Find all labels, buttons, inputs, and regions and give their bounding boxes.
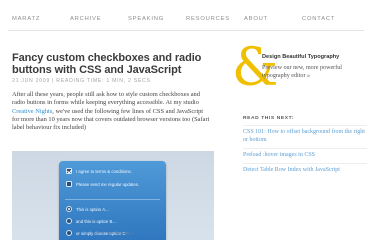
top-navigation: MARATZ ARCHIVE SPEAKING RESOURCES ABOUT … bbox=[0, 0, 372, 36]
creative-nights-link[interactable]: Creative Nights bbox=[12, 108, 52, 115]
checkbox-checked-icon[interactable] bbox=[66, 168, 72, 174]
demo-form-panel: I agree to terms & conditions. Please se… bbox=[59, 161, 166, 240]
radio-unselected-icon[interactable] bbox=[66, 218, 72, 224]
checkbox-label: Please send me regular updates. bbox=[76, 181, 140, 187]
radio-label: This is option A... bbox=[76, 206, 109, 212]
read-next-link[interactable]: Detect Table Row Index with JavaScript bbox=[243, 163, 367, 175]
read-next-link[interactable]: Preload :hover images in CSS bbox=[243, 148, 367, 160]
nav-item-speaking[interactable]: SPEAKING bbox=[128, 16, 164, 22]
intro-text-before-link: After all these years, people still ask … bbox=[12, 91, 200, 107]
read-next-link[interactable]: CSS 101: How to offset background from t… bbox=[243, 125, 367, 144]
checkbox-unchecked-icon[interactable] bbox=[66, 181, 72, 187]
demo-figure: I agree to terms & conditions. Please se… bbox=[12, 151, 214, 240]
promo-text[interactable]: Preview our new, more powerful typograph… bbox=[262, 64, 362, 80]
article-meta: 21 JUN 2009 | READING TIME: 1 MIN, 2 SEC… bbox=[12, 78, 151, 84]
nav-divider bbox=[8, 30, 364, 31]
full-window-link[interactable]: — Full new window — bbox=[12, 231, 214, 235]
form-divider bbox=[65, 199, 160, 200]
checkbox-row-updates[interactable]: Please send me regular updates. bbox=[66, 179, 139, 189]
radio-selected-icon[interactable] bbox=[66, 206, 72, 212]
nav-item-about[interactable]: ABOUT bbox=[244, 16, 268, 22]
nav-item-resources[interactable]: RESOURCES bbox=[186, 16, 230, 22]
nav-item-contact[interactable]: CONTACT bbox=[302, 16, 335, 22]
nav-item-archive[interactable]: ARCHIVE bbox=[70, 16, 101, 22]
radio-row-a[interactable]: This is option A... bbox=[66, 204, 109, 214]
promo-title[interactable]: Design Beautiful Typography bbox=[262, 54, 339, 60]
nav-item-home[interactable]: MARATZ bbox=[12, 16, 40, 22]
article-title: Fancy custom checkboxes and radio button… bbox=[12, 52, 202, 76]
article-intro: After all these years, people still ask … bbox=[12, 91, 212, 132]
typography-promo[interactable]: & Design Beautiful Typography Preview ou… bbox=[232, 40, 362, 98]
read-next-heading: READ THIS NEXT: bbox=[243, 116, 294, 121]
checkbox-label: I agree to terms & conditions. bbox=[76, 168, 132, 174]
radio-row-b[interactable]: and this is option B... bbox=[66, 216, 116, 226]
radio-label: and this is option B... bbox=[76, 218, 116, 224]
checkbox-row-terms[interactable]: I agree to terms & conditions. bbox=[66, 166, 132, 176]
